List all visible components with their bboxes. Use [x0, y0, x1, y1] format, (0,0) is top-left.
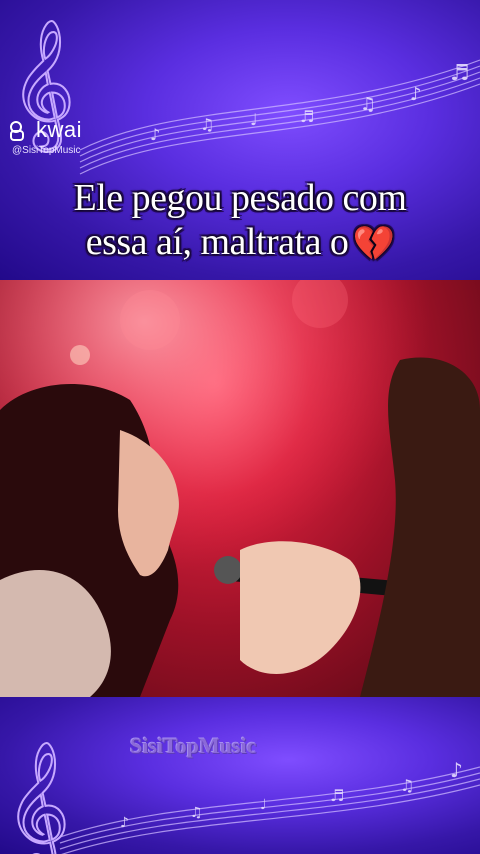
svg-text:♩: ♩ [260, 797, 267, 813]
caption-text: Ele pegou pesado com essa aí, maltrata o… [0, 176, 480, 267]
brand-name: kwai [36, 117, 83, 142]
svg-text:♫: ♫ [400, 776, 414, 795]
svg-text:♫: ♫ [360, 94, 376, 115]
svg-text:♬: ♬ [450, 61, 470, 86]
svg-text:♫: ♫ [200, 115, 214, 134]
microphone-head [214, 556, 242, 584]
treble-clef-icon: 𝄞 [5, 740, 70, 854]
channel-watermark: SisiTopMusic [130, 733, 257, 758]
svg-text:♪: ♪ [120, 815, 129, 831]
bottom-banner: ♪ ♫ ♩ ♬ ♫ ♪ 𝄞 [0, 697, 480, 854]
svg-text:♫: ♫ [190, 805, 203, 821]
video-frame[interactable] [0, 280, 480, 697]
svg-text:♪: ♪ [450, 758, 463, 782]
caption-line-2: essa aí, maltrata o 💔 [0, 220, 480, 267]
svg-text:♩: ♩ [250, 110, 258, 129]
kwai-brand: kwai [10, 117, 82, 143]
svg-text:♬: ♬ [300, 107, 314, 126]
performance-scene [0, 280, 480, 697]
caption-line-1: Ele pegou pesado com [73, 177, 407, 219]
music-staff-decoration-bottom: ♪ ♫ ♩ ♬ ♫ ♪ 𝄞 [4, 739, 480, 854]
broken-heart-icon: 💔 [352, 226, 395, 264]
account-handle: @SisiTopMusic [12, 145, 81, 156]
stage-light [120, 290, 180, 350]
svg-text:♪: ♪ [410, 84, 422, 105]
caption-line-2-text: essa aí, maltrata o [85, 221, 349, 263]
kwai-logo-icon [10, 121, 32, 141]
stage-light [70, 345, 90, 365]
svg-text:♬: ♬ [330, 786, 344, 805]
svg-text:♪: ♪ [150, 125, 160, 144]
